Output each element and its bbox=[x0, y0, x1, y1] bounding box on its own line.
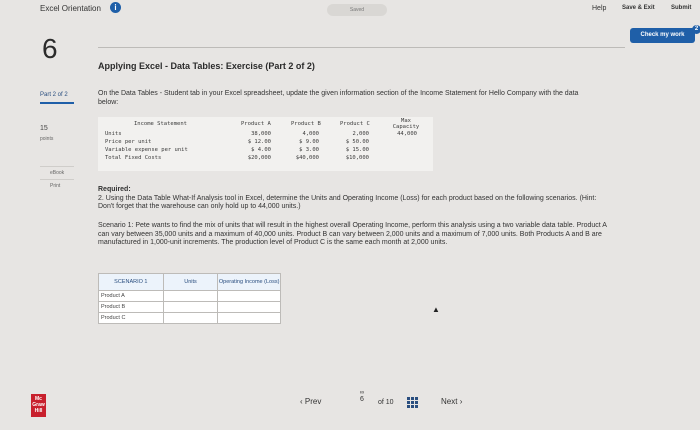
part-underline bbox=[40, 102, 74, 104]
excel-cell: $ 3.00 bbox=[299, 147, 319, 153]
table-row: Product B bbox=[98, 301, 281, 313]
mouse-cursor-icon: ▲ bbox=[432, 305, 440, 314]
table-header: Units bbox=[162, 273, 219, 291]
excel-cell: $ 9.00 bbox=[299, 139, 319, 145]
excel-col-header: Product C bbox=[340, 121, 370, 127]
excel-col-header: Max Capacity bbox=[392, 118, 420, 130]
question-number: 6 bbox=[42, 33, 58, 64]
submit-button[interactable]: Submit bbox=[671, 5, 691, 11]
check-my-work-button[interactable]: Check my work bbox=[630, 28, 695, 43]
excel-col-header: Product B bbox=[291, 121, 321, 127]
excel-heading: Income Statement bbox=[134, 121, 187, 127]
points-value: 15 bbox=[40, 125, 48, 132]
next-label: Next bbox=[441, 397, 458, 406]
excel-row-label: Total Fixed Costs bbox=[105, 155, 162, 161]
table-header: SCENARIO 1 bbox=[98, 273, 164, 291]
logo-text: Hill bbox=[34, 408, 43, 414]
excel-col-header: Product A bbox=[241, 121, 271, 127]
row-label: Product A bbox=[98, 290, 164, 302]
divider bbox=[40, 179, 74, 180]
excel-cell: $ 12.00 bbox=[247, 139, 271, 145]
page-indicator[interactable]: ∞ 6 bbox=[357, 390, 367, 410]
units-input[interactable] bbox=[162, 290, 219, 302]
required-label: Required: bbox=[98, 186, 131, 193]
table-header: Operating Income (Loss) bbox=[217, 273, 281, 291]
check-count-badge: 2 bbox=[692, 25, 700, 34]
excel-cell: 4,000 bbox=[302, 131, 319, 137]
prev-button[interactable]: ‹ Prev bbox=[300, 394, 342, 410]
units-input[interactable] bbox=[162, 301, 219, 313]
excel-cell: 2,000 bbox=[352, 131, 369, 137]
question-title: Applying Excel - Data Tables: Exercise (… bbox=[98, 61, 315, 71]
required-text: 2. Using the Data Table What-If Analysis… bbox=[98, 194, 597, 211]
operating-income-input[interactable] bbox=[217, 312, 281, 324]
chevron-right-icon: › bbox=[459, 397, 463, 406]
excel-row-label: Price per unit bbox=[105, 139, 152, 145]
print-link[interactable]: Print bbox=[50, 183, 60, 189]
income-statement-image: Income Statement Product A Product B Pro… bbox=[98, 117, 433, 171]
excel-row-label: Variable expense per unit bbox=[105, 147, 188, 153]
save-exit-button[interactable]: Save & Exit bbox=[622, 5, 655, 11]
mcgraw-hill-logo: Mc Graw Hill bbox=[31, 394, 46, 417]
current-page: 6 bbox=[360, 396, 364, 403]
app-title: Excel Orientation bbox=[40, 4, 101, 13]
intro-text: On the Data Tables - Student tab in your… bbox=[98, 90, 579, 106]
page-total: of 10 bbox=[378, 399, 394, 406]
excel-cell: 38,000 bbox=[251, 131, 271, 137]
units-input[interactable] bbox=[162, 312, 219, 324]
divider bbox=[98, 47, 625, 48]
part-indicator: Part 2 of 2 bbox=[40, 92, 68, 98]
divider bbox=[40, 166, 74, 167]
row-label: Product C bbox=[98, 312, 164, 324]
prev-label: Prev bbox=[304, 397, 322, 406]
info-icon[interactable]: i bbox=[110, 2, 121, 13]
excel-cell: $ 15.00 bbox=[345, 147, 369, 153]
table-row: Product C bbox=[98, 312, 281, 324]
excel-cell: $ 4.00 bbox=[251, 147, 271, 153]
chevron-left-icon: ‹ bbox=[300, 397, 303, 406]
ebook-link[interactable]: eBook bbox=[50, 170, 64, 176]
save-status: Saved bbox=[327, 4, 387, 16]
operating-income-input[interactable] bbox=[217, 301, 281, 313]
operating-income-input[interactable] bbox=[217, 290, 281, 302]
excel-cell: $40,000 bbox=[295, 155, 319, 161]
table-row: Product A bbox=[98, 290, 281, 302]
excel-row-label: Units bbox=[105, 131, 122, 137]
excel-cell: $ 50.00 bbox=[345, 139, 369, 145]
next-button[interactable]: Next › bbox=[441, 397, 462, 406]
answer-table: SCENARIO 1 Units Operating Income (Loss)… bbox=[98, 273, 281, 324]
grid-icon[interactable] bbox=[407, 397, 418, 408]
scenario-text: Scenario 1: Pete wants to find the mix o… bbox=[98, 222, 607, 246]
excel-cell: 44,000 bbox=[397, 131, 417, 137]
points-label: points bbox=[40, 136, 54, 142]
required-section: Required: 2. Using the Data Table What-I… bbox=[98, 186, 608, 212]
row-label: Product B bbox=[98, 301, 164, 313]
excel-cell: $10,000 bbox=[345, 155, 369, 161]
help-button[interactable]: Help bbox=[592, 5, 606, 12]
excel-cell: $20,000 bbox=[247, 155, 271, 161]
